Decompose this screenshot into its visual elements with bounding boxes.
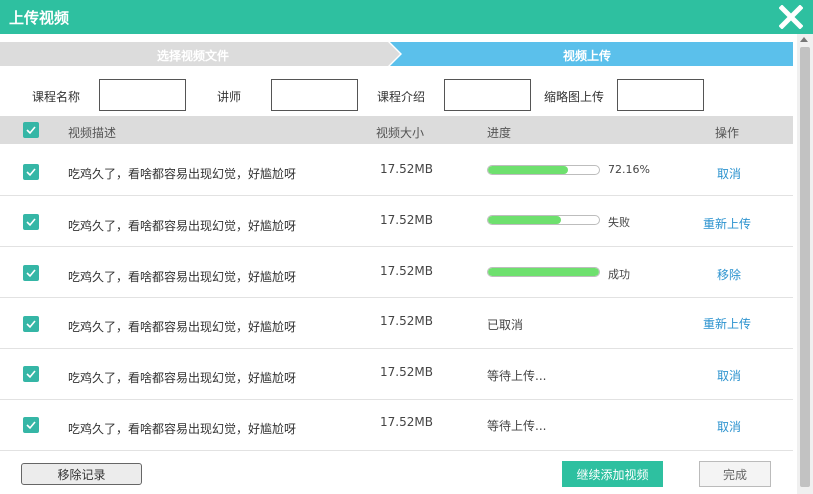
scroll-thumb[interactable] xyxy=(800,47,810,487)
row-progress-fill xyxy=(488,166,569,174)
row-action-cancel[interactable]: 取消 xyxy=(717,418,741,435)
row-status: 已取消 xyxy=(487,318,524,332)
table-header: 视频描述 视频大小 进度 操作 xyxy=(0,116,793,144)
close-icon[interactable] xyxy=(778,4,804,30)
header-action: 操作 xyxy=(715,126,740,140)
step-select-file: 选择视频文件 xyxy=(0,42,400,66)
row-action-reupload[interactable]: 重新上传 xyxy=(703,215,751,232)
done-button[interactable]: 完成 xyxy=(699,461,771,487)
row-checkbox[interactable] xyxy=(23,164,39,180)
dialog-titlebar: 上传视频 xyxy=(0,0,813,34)
row-status: 等待上传... xyxy=(487,369,547,383)
row-checkbox[interactable] xyxy=(23,417,39,433)
select-all-checkbox[interactable] xyxy=(23,122,39,138)
row-desc: 吃鸡久了，看啥都容易出现幻觉，好尴尬呀 xyxy=(68,167,297,181)
row-checkbox[interactable] xyxy=(23,265,39,281)
table-row: 吃鸡久了，看啥都容易出现幻觉，好尴尬呀 17.52MB 已取消 重新上传 xyxy=(0,298,793,349)
course-intro-input[interactable] xyxy=(444,79,531,111)
row-desc: 吃鸡久了，看啥都容易出现幻觉，好尴尬呀 xyxy=(68,219,297,233)
row-desc: 吃鸡久了，看啥都容易出现幻觉，好尴尬呀 xyxy=(68,320,297,334)
row-size: 17.52MB xyxy=(380,162,433,176)
row-checkbox[interactable] xyxy=(23,366,39,382)
header-size: 视频大小 xyxy=(376,126,425,140)
thumbnail-label: 缩略图上传 xyxy=(544,90,605,104)
row-progress-bar xyxy=(487,267,600,277)
row-progress-fill xyxy=(488,268,599,276)
row-size: 17.52MB xyxy=(380,314,433,328)
row-action-cancel[interactable]: 取消 xyxy=(717,367,741,384)
table-row: 吃鸡久了，看啥都容易出现幻觉，好尴尬呀 17.52MB 成功 移除 xyxy=(0,247,793,298)
table-row: 吃鸡久了，看啥都容易出现幻觉，好尴尬呀 17.52MB 等待上传... 取消 xyxy=(0,349,793,400)
header-desc: 视频描述 xyxy=(68,126,117,140)
row-progress-fill xyxy=(488,216,562,224)
row-action-remove[interactable]: 移除 xyxy=(717,266,741,283)
row-desc: 吃鸡久了，看啥都容易出现幻觉，好尴尬呀 xyxy=(68,422,297,436)
remove-records-button[interactable]: 移除记录 xyxy=(21,463,142,485)
scrollbar[interactable] xyxy=(797,34,813,494)
row-size: 17.52MB xyxy=(380,213,433,227)
table-row: 吃鸡久了，看啥都容易出现幻觉，好尴尬呀 17.52MB 失败 重新上传 xyxy=(0,196,793,247)
course-name-input[interactable] xyxy=(99,79,186,111)
row-checkbox[interactable] xyxy=(23,214,39,230)
step-select-file-label: 选择视频文件 xyxy=(157,49,230,63)
step-indicator: 选择视频文件 视频上传 xyxy=(0,42,793,66)
row-checkbox[interactable] xyxy=(23,316,39,332)
row-size: 17.52MB xyxy=(380,415,433,429)
row-size: 17.52MB xyxy=(380,264,433,278)
row-progress-bar xyxy=(487,215,600,225)
row-progress-bar xyxy=(487,165,600,175)
row-status: 等待上传... xyxy=(487,419,547,433)
lecturer-label: 讲师 xyxy=(217,90,242,104)
lecturer-input[interactable] xyxy=(271,79,358,111)
course-name-label: 课程名称 xyxy=(32,90,81,104)
table-row: 吃鸡久了，看啥都容易出现幻觉，好尴尬呀 17.52MB 等待上传... 取消 xyxy=(0,400,793,451)
row-desc: 吃鸡久了，看啥都容易出现幻觉，好尴尬呀 xyxy=(68,270,297,284)
step-upload-label: 视频上传 xyxy=(563,49,612,63)
table-row: 吃鸡久了，看啥都容易出现幻觉，好尴尬呀 17.52MB 72.16% 取消 xyxy=(0,145,793,196)
course-intro-label: 课程介绍 xyxy=(377,90,426,104)
row-progress-text: 72.16% xyxy=(608,163,650,176)
row-size: 17.52MB xyxy=(380,365,433,379)
header-progress: 进度 xyxy=(487,126,512,140)
row-action-cancel[interactable]: 取消 xyxy=(717,165,741,182)
scroll-up-arrow-icon[interactable] xyxy=(800,37,808,42)
step-upload: 视频上传 xyxy=(390,42,793,66)
row-action-reupload[interactable]: 重新上传 xyxy=(703,315,751,332)
row-progress-text: 成功 xyxy=(608,268,630,281)
dialog-title: 上传视频 xyxy=(9,9,70,27)
row-progress-text: 失败 xyxy=(608,216,630,229)
continue-add-video-button[interactable]: 继续添加视频 xyxy=(562,461,663,487)
thumbnail-input[interactable] xyxy=(617,79,704,111)
row-desc: 吃鸡久了，看啥都容易出现幻觉，好尴尬呀 xyxy=(68,371,297,385)
